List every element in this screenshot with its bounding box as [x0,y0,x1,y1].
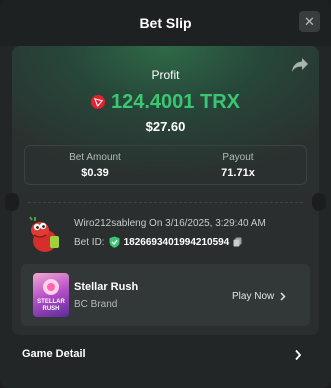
verified-shield-icon [109,236,120,248]
chevron-right-icon [295,349,302,361]
game-name: Stellar Rush [74,281,139,293]
dashed-separator [28,202,303,203]
bet-id-value: 1826693401994210594 [123,236,230,248]
play-now-label: Play Now [232,290,275,302]
bet-slip-modal: Bet Slip ✕ Profit 124.4001 TRX $27.60 Be… [0,0,331,388]
bet-id-row: Bet ID: 1826693401994210594 [74,235,242,249]
game-provider: BC Brand [74,299,118,310]
profit-label: Profit [151,68,180,82]
bet-amount-stat: Bet Amount $0.39 [25,152,165,179]
bet-amount-value: $0.39 [81,167,109,179]
profit-row: 124.4001 TRX [12,90,319,114]
ticket-notch-left [5,193,19,211]
trx-icon [91,95,105,109]
chevron-right-icon [280,291,286,301]
game-thumb-title-line2: RUSH [42,306,59,312]
close-icon: ✕ [304,14,315,29]
user-avatar [29,216,59,252]
payout-stat: Payout 71.71x [168,152,308,179]
payout-value: 71.71x [221,167,255,179]
bet-user-and-time: Wiro212sableng On 3/16/2025, 3:29:40 AM [74,218,266,229]
ticket-notch-right [312,193,326,211]
payout-label: Payout [222,152,254,163]
copy-icon[interactable] [233,237,242,247]
profit-usd-value: $27.60 [145,119,186,134]
bet-amount-label: Bet Amount [69,152,121,163]
bet-stats-box: Bet Amount $0.39 Payout 71.71x [24,145,307,185]
profit-amount: 124.4001 TRX [111,90,240,113]
bet-id-label: Bet ID: [74,236,105,248]
game-detail-row[interactable]: Game Detail [0,341,331,369]
game-thumbnail[interactable]: STELLAR RUSH [33,273,69,317]
game-detail-label: Game Detail [22,348,86,360]
play-now-button[interactable]: Play Now [232,289,286,303]
game-thumbnail-art: STELLAR RUSH [37,279,65,312]
game-thumb-title-line1: STELLAR [37,299,65,305]
close-button[interactable]: ✕ [299,11,320,32]
modal-title: Bet Slip [139,15,192,31]
